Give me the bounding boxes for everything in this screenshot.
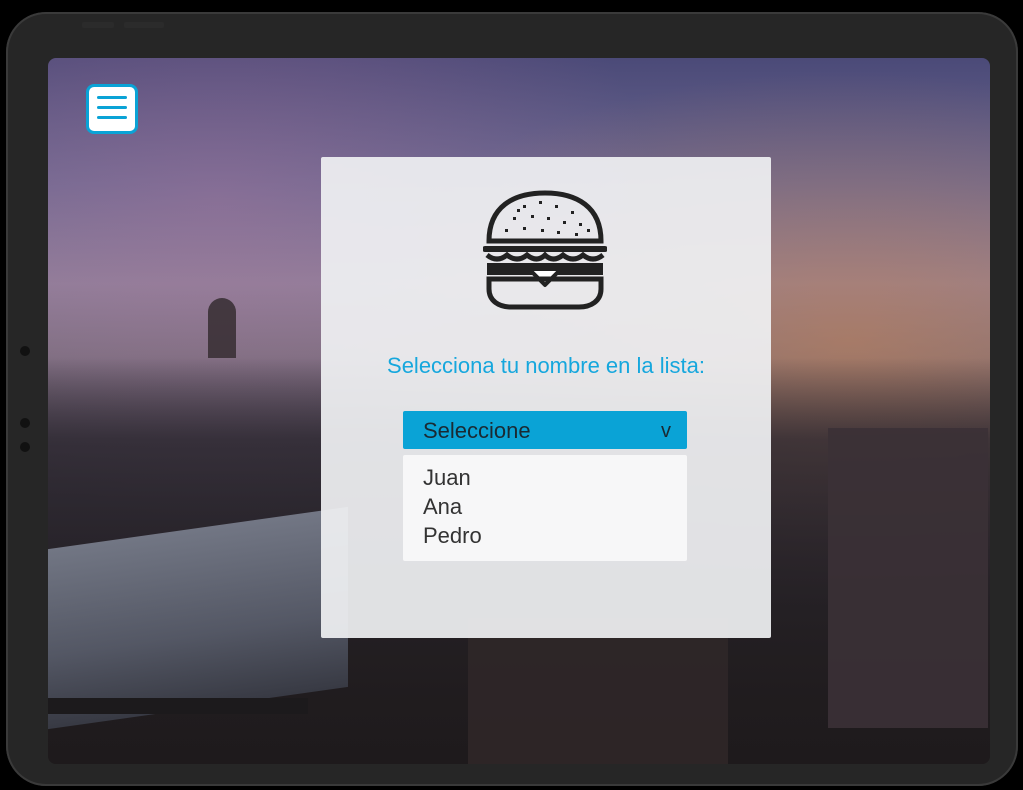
camera-dot: [20, 346, 30, 356]
option-pedro[interactable]: Pedro: [423, 523, 482, 549]
burger-icon: [483, 190, 607, 310]
sensor-dot: [20, 418, 30, 428]
name-select[interactable]: Seleccione v: [403, 411, 687, 449]
select-name-prompt: Selecciona tu nombre en la lista:: [387, 353, 705, 378]
menu-line: [97, 116, 127, 119]
background-roof: [468, 618, 728, 764]
options-list: Juan Ana Pedro: [403, 455, 687, 561]
sensor-dot: [20, 442, 30, 452]
selection-dialog: Selecciona tu nombre en la lista: Selecc…: [321, 157, 771, 638]
background-dome: [208, 298, 236, 358]
tablet-frame: Selecciona tu nombre en la lista: Selecc…: [6, 12, 1018, 786]
option-ana[interactable]: Ana: [423, 494, 462, 520]
option-juan[interactable]: Juan: [423, 465, 471, 491]
volume-button-top: [82, 22, 114, 28]
menu-line: [97, 106, 127, 109]
screen: Selecciona tu nombre en la lista: Selecc…: [48, 58, 990, 764]
power-button-top: [124, 22, 164, 28]
chevron-down-icon: v: [661, 420, 671, 442]
menu-line: [97, 96, 127, 99]
background-building: [828, 428, 988, 728]
menu-button[interactable]: [86, 84, 138, 134]
background-bridge: [48, 698, 308, 714]
select-value: Seleccione: [423, 418, 531, 443]
